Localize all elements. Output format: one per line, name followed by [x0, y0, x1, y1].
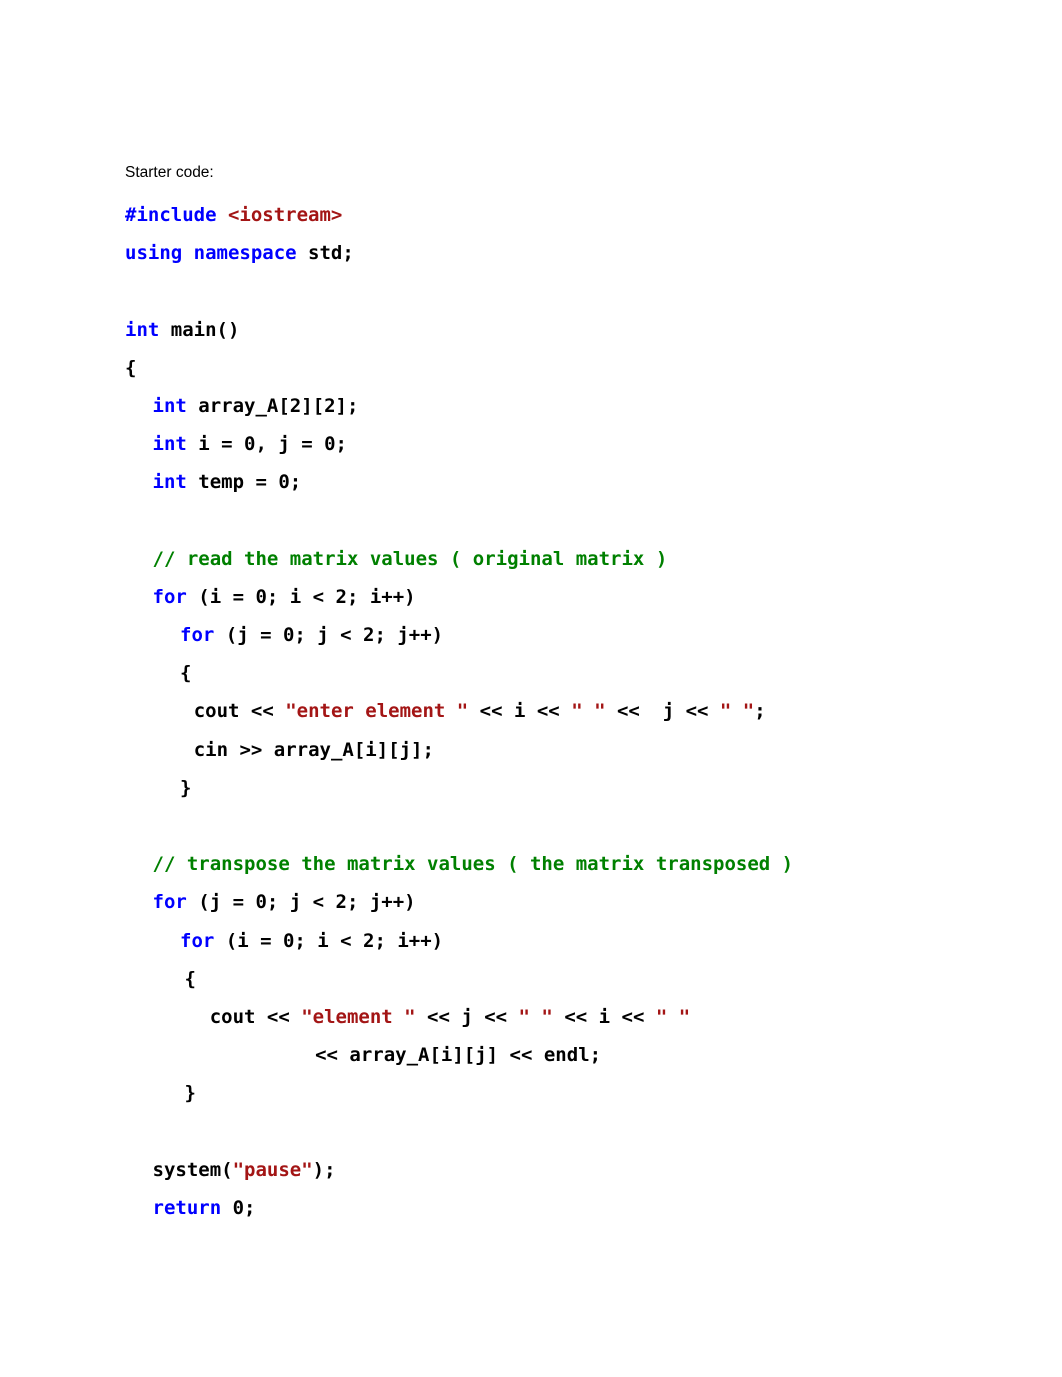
line-return-zero: return 0; — [125, 1189, 793, 1227]
line-close-brace-read-token-0: } — [180, 776, 192, 799]
line-include-token-0: #include — [125, 204, 228, 226]
line-cin-array-token-0: cin >> array_A[i][j]; — [193, 738, 434, 761]
line-int-main: int main() — [125, 311, 793, 349]
line-using-namespace-token-0: using namespace — [125, 242, 309, 265]
line-open-brace-transpose-token-0: { — [184, 967, 196, 990]
line-cout-enter-element-token-0: cout << — [193, 700, 286, 723]
line-for-j-inner-token-1: (j = 0; j < 2; j++) — [214, 624, 444, 647]
document-page: Starter code: #include <iostream> using n… — [0, 0, 1062, 1377]
line-comment-read: // read the matrix values ( original mat… — [125, 540, 793, 578]
line-for-j-inner-token-0: for — [180, 624, 215, 647]
line-cout-element-token-2: << j << — [415, 1005, 519, 1028]
line-cout-enter-element-token-5: " " — [719, 700, 755, 723]
line-decl-array-token-1: array_A[2][2]; — [198, 394, 359, 417]
line-close-brace-transpose: } — [125, 1074, 793, 1112]
line-for-j-outer-token-1: (j = 0; j < 2; j++) — [186, 891, 416, 914]
line-for-i-inner: for (i = 0; i < 2; i++) — [125, 922, 793, 960]
line-cout-enter-element-token-6: ; — [754, 700, 766, 723]
line-open-brace-read-token-0: { — [180, 662, 192, 685]
line-cout-enter-element-token-3: " " — [571, 700, 606, 723]
line-include: #include <iostream> — [125, 196, 793, 234]
line-open-brace-main: { — [125, 349, 793, 387]
line-decl-array-token-0: int — [152, 394, 199, 417]
line-blank-4 — [125, 1113, 793, 1151]
line-int-main-token-1: main() — [170, 318, 240, 341]
line-using-namespace-token-1: std; — [308, 242, 354, 265]
line-using-namespace: using namespace std; — [125, 234, 793, 272]
line-for-j-inner: for (j = 0; j < 2; j++) — [125, 616, 793, 654]
line-int-main-token-0: int — [125, 318, 171, 341]
line-include-token-1: <iostream> — [227, 204, 343, 226]
line-blank-1 — [125, 272, 793, 310]
line-cout-array-endl: << array_A[i][j] << endl; — [125, 1036, 793, 1074]
line-for-i-inner-token-0: for — [180, 929, 215, 952]
line-return-zero-token-0: return — [152, 1196, 233, 1219]
line-cout-element-token-4: << i << — [552, 1005, 656, 1028]
line-close-brace-transpose-token-0: } — [184, 1082, 196, 1105]
line-for-i-outer: for (i = 0; i < 2; i++) — [125, 578, 793, 616]
line-cout-element: cout << "element " << j << " " << i << "… — [125, 998, 793, 1036]
line-for-i-outer-token-1: (i = 0; i < 2; i++) — [186, 585, 416, 608]
line-cin-array: cin >> array_A[i][j]; — [125, 731, 793, 769]
line-decl-i-j-token-0: int — [152, 433, 199, 456]
line-open-brace-read: { — [125, 654, 793, 692]
line-cout-array-endl-token-0: << array_A[i][j] << endl; — [315, 1044, 602, 1067]
line-for-j-outer-token-0: for — [152, 891, 187, 914]
line-cout-enter-element: cout << "enter element " << i << " " << … — [125, 692, 793, 730]
line-blank-2 — [125, 502, 793, 540]
line-open-brace-main-token-0: { — [125, 356, 137, 379]
line-system-pause-token-1: "pause" — [232, 1158, 313, 1181]
line-system-pause-token-0: system( — [152, 1158, 233, 1181]
line-decl-i-j: int i = 0, j = 0; — [125, 425, 793, 463]
line-cout-element-token-3: " " — [518, 1005, 553, 1028]
line-open-brace-transpose: { — [125, 960, 793, 998]
line-comment-transpose-token-0: // transpose the matrix values ( the mat… — [152, 853, 794, 876]
line-comment-transpose: // transpose the matrix values ( the mat… — [125, 845, 794, 883]
intro-label: Starter code: — [125, 164, 214, 181]
line-system-pause-token-2: ); — [312, 1158, 336, 1181]
line-comment-read-token-0: // read the matrix values ( original mat… — [152, 547, 668, 570]
line-decl-i-j-token-1: i = 0, j = 0; — [198, 433, 347, 456]
line-cout-enter-element-token-4: << j << — [605, 700, 720, 723]
line-decl-temp-token-1: temp = 0; — [198, 471, 302, 494]
line-for-i-outer-token-0: for — [152, 585, 187, 608]
line-for-i-inner-token-1: (i = 0; i < 2; i++) — [214, 929, 444, 952]
line-blank-3 — [125, 807, 793, 845]
line-cout-element-token-0: cout << — [209, 1005, 302, 1028]
line-cout-element-token-5: " " — [655, 1005, 691, 1028]
line-cout-enter-element-token-2: << i << — [468, 700, 572, 723]
line-cout-enter-element-token-1: "enter element " — [285, 700, 469, 723]
line-for-j-outer: for (j = 0; j < 2; j++) — [125, 883, 793, 921]
line-system-pause: system("pause"); — [125, 1151, 793, 1189]
line-close-brace-read: } — [125, 769, 793, 807]
starter-code-block: #include <iostream> using namespace std; … — [125, 196, 793, 1227]
line-return-zero-token-1: 0; — [232, 1196, 256, 1219]
line-decl-temp-token-0: int — [152, 471, 199, 494]
line-cout-element-token-1: "element " — [301, 1005, 416, 1028]
line-decl-array: int array_A[2][2]; — [125, 387, 793, 425]
line-decl-temp: int temp = 0; — [125, 463, 793, 501]
